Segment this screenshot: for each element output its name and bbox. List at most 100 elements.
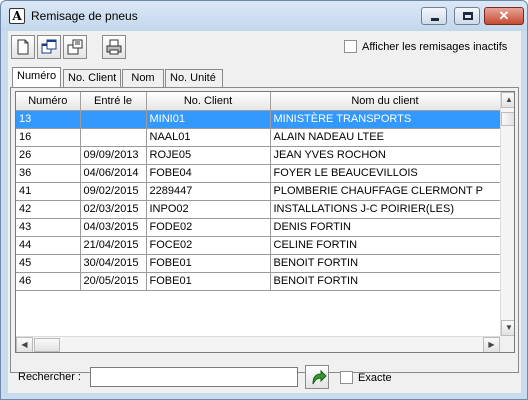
table-row[interactable]: 45 30/04/2015 FOBE01 BENOIT FORTIN [16,254,501,273]
cell-entre-le [80,110,147,129]
cell-numero: 26 [16,146,81,165]
cell-no-client: 2289447 [146,182,271,201]
cell-nom-client: DENIS FORTIN [270,218,501,237]
cell-no-client: FOCE02 [146,236,271,255]
show-inactive-toggle[interactable]: Afficher les remisages inactifs [344,40,507,53]
cell-entre-le: 30/04/2015 [80,254,147,273]
cell-numero: 45 [16,254,81,273]
cell-numero: 46 [16,272,81,291]
storage-table: Numéro Entré le No. Client Nom du client… [16,92,501,291]
table-row[interactable]: 13 MINI01 MINISTÈRE TRANSPORTS [16,110,501,129]
scroll-left-button[interactable]: ◀ [16,337,33,352]
table-row[interactable]: 41 09/02/2015 2289447 PLOMBERIE CHAUFFAG… [16,182,501,201]
app-icon: A [9,8,25,24]
cell-nom-client: BENOIT FORTIN [270,254,501,273]
duplicate-button[interactable] [37,35,61,59]
tab-numero[interactable]: Numéro [12,67,61,87]
window-title: Remisage de pneus [31,9,138,23]
tab-nom[interactable]: Nom [122,69,164,87]
cell-numero: 42 [16,200,81,219]
edit-button[interactable] [63,35,87,59]
cell-no-client: MINI01 [146,110,271,129]
search-label: Rechercher : [18,371,81,383]
vertical-scrollbar[interactable]: ▲ ▼ [500,92,514,336]
cell-numero: 16 [16,128,81,147]
table-header-row: Numéro Entré le No. Client Nom du client [16,92,501,111]
search-input[interactable] [90,367,298,387]
column-header-numero[interactable]: Numéro [16,92,81,111]
maximize-button[interactable] [454,7,480,25]
cell-nom-client: CELINE FORTIN [270,236,501,255]
maximize-icon [463,12,473,20]
scroll-up-button[interactable]: ▲ [501,92,514,108]
cell-entre-le: 04/06/2014 [80,164,147,183]
cell-no-client: INPO02 [146,200,271,219]
scrollbar-corner [500,336,514,352]
exact-label: Exacte [358,371,392,384]
column-header-entre-le[interactable]: Entré le [80,92,147,111]
cell-entre-le: 20/05/2015 [80,272,147,291]
storage-grid[interactable]: Numéro Entré le No. Client Nom du client… [15,91,515,353]
table-row[interactable]: 46 20/05/2015 FOBE01 BENOIT FORTIN [16,272,501,291]
edit-record-icon [67,39,83,55]
tab-panel: Numéro Entré le No. Client Nom du client… [10,87,519,373]
cell-no-client: FOBE01 [146,272,271,291]
cell-no-client: FODE02 [146,218,271,237]
minimize-button[interactable] [421,7,447,25]
cell-entre-le: 02/03/2015 [80,200,147,219]
table-row[interactable]: 43 04/03/2015 FODE02 DENIS FORTIN [16,218,501,237]
scroll-down-button[interactable]: ▼ [501,320,514,336]
print-preview-icon [106,39,122,55]
vertical-scroll-thumb[interactable] [501,112,514,126]
cell-nom-client: MINISTÈRE TRANSPORTS [270,110,501,129]
cell-numero: 36 [16,164,81,183]
horizontal-scroll-thumb[interactable] [34,338,60,352]
close-icon: ✕ [498,8,510,23]
copy-windows-icon [41,39,57,54]
table-row[interactable]: 16 NAAL01 ALAIN NADEAU LTEE [16,128,501,147]
close-button[interactable]: ✕ [484,7,524,25]
cell-numero: 41 [16,182,81,201]
table-row[interactable]: 36 04/06/2014 FOBE04 FOYER LE BEAUCEVILL… [16,164,501,183]
tab-no-client[interactable]: No. Client [63,69,121,87]
cell-entre-le: 04/03/2015 [80,218,147,237]
table-row[interactable]: 26 09/09/2013 ROJE05 JEAN YVES ROCHON [16,146,501,165]
exact-checkbox[interactable] [340,371,353,384]
green-arrow-icon [312,369,327,385]
cell-numero: 13 [16,110,81,129]
cell-nom-client: FOYER LE BEAUCEVILLOIS [270,164,501,183]
new-button[interactable] [11,35,35,59]
cell-nom-client: INSTALLATIONS J-C POIRIER(LES) [270,200,501,219]
minimize-icon [431,18,439,21]
search-row: Rechercher : Exacte [8,365,521,393]
cell-entre-le: 09/09/2013 [80,146,147,165]
cell-nom-client: ALAIN NADEAU LTEE [270,128,501,147]
cell-nom-client: JEAN YVES ROCHON [270,146,501,165]
cell-entre-le: 21/04/2015 [80,236,147,255]
cell-entre-le [80,128,147,147]
show-inactive-checkbox[interactable] [344,40,357,53]
cell-nom-client: PLOMBERIE CHAUFFAGE CLERMONT P [270,182,501,201]
cell-no-client: NAAL01 [146,128,271,147]
window-content: Afficher les remisages inactifs Numéro N… [8,31,521,393]
tab-no-unite[interactable]: No. Unité [165,69,223,87]
table-row[interactable]: 44 21/04/2015 FOCE02 CELINE FORTIN [16,236,501,255]
cell-no-client: FOBE04 [146,164,271,183]
table-row[interactable]: 42 02/03/2015 INPO02 INSTALLATIONS J-C P… [16,200,501,219]
print-button[interactable] [102,35,126,59]
title-bar[interactable]: A Remisage de pneus ✕ [1,1,527,31]
cell-no-client: ROJE05 [146,146,271,165]
cell-nom-client: BENOIT FORTIN [270,272,501,291]
cell-entre-le: 09/02/2015 [80,182,147,201]
cell-numero: 44 [16,236,81,255]
scroll-right-button[interactable]: ▶ [483,337,500,352]
search-go-button[interactable] [305,365,329,389]
cell-no-client: FOBE01 [146,254,271,273]
horizontal-scrollbar[interactable]: ◀ ▶ [16,336,500,352]
cell-numero: 43 [16,218,81,237]
column-header-no-client[interactable]: No. Client [146,92,271,111]
exact-toggle[interactable]: Exacte [340,371,392,384]
app-window: A Remisage de pneus ✕ Afficher les remis… [0,0,528,400]
show-inactive-label: Afficher les remisages inactifs [362,40,508,53]
column-header-nom-du-client[interactable]: Nom du client [270,92,501,111]
